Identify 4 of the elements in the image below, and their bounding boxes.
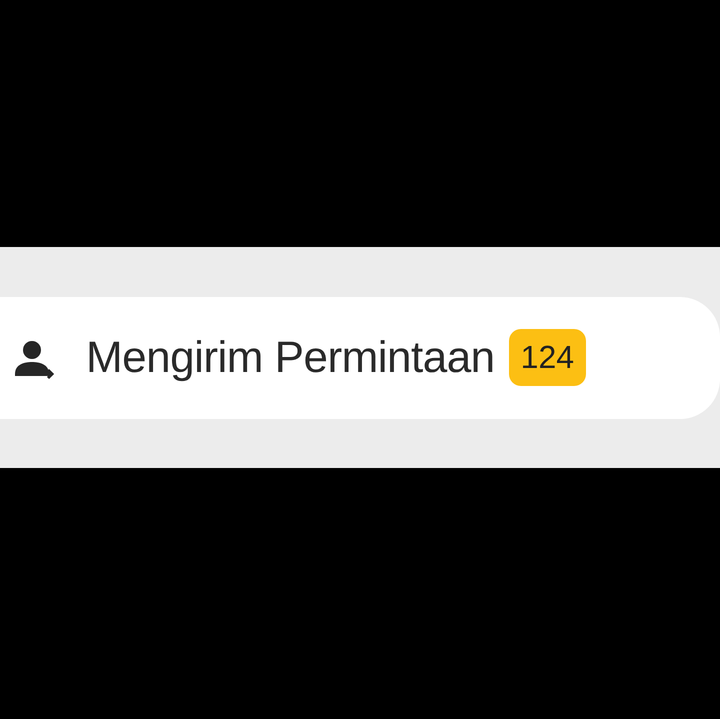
menu-item[interactable]: Mengirim Permintaan 124 (0, 296, 720, 418)
menu-label: Mengirim Permintaan (86, 332, 495, 382)
count-badge: 124 (508, 329, 586, 386)
person-arrow-icon (12, 340, 56, 382)
